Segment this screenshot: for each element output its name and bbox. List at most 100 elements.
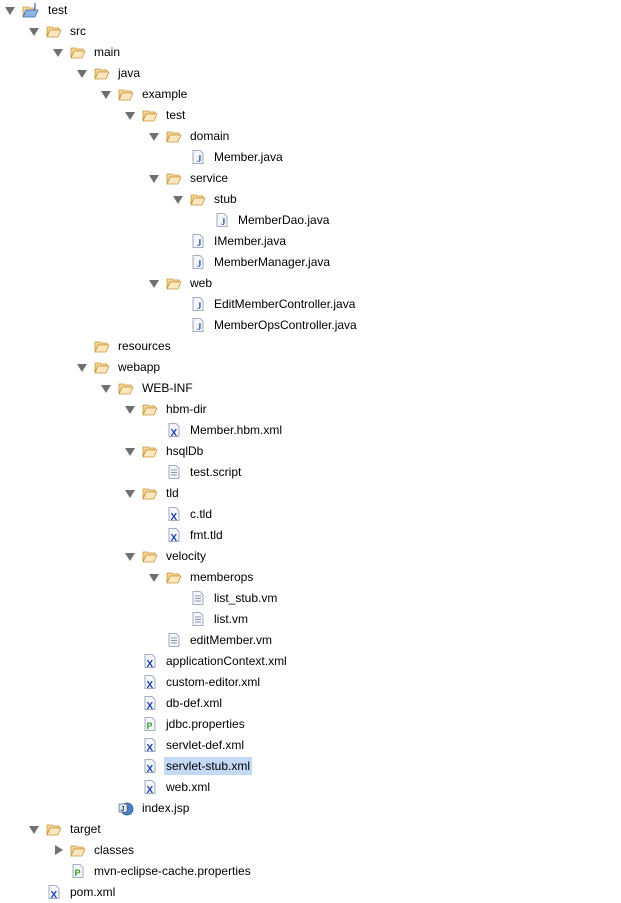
- xml-file-icon: X: [142, 779, 158, 795]
- tree-item-label: webapp: [118, 359, 161, 374]
- tree-item[interactable]: Pmvn-eclipse-cache.properties: [52, 860, 253, 881]
- tree-item[interactable]: J MemberDao.java: [196, 209, 331, 230]
- tree-item-label: MemberDao.java: [238, 212, 330, 227]
- tree-item[interactable]: Xfmt.tld: [148, 524, 225, 545]
- tree-item-label: list.vm: [214, 611, 248, 626]
- tree-item[interactable]: J Member.java: [172, 146, 285, 167]
- java-file-icon: J: [190, 254, 206, 270]
- tree-item[interactable]: editMember.vm: [148, 629, 274, 650]
- tree-item-label: servlet-def.xml: [166, 737, 245, 752]
- tree-item[interactable]: example: [100, 83, 189, 104]
- tree-item[interactable]: resources: [76, 335, 173, 356]
- expand-arrow-down-icon[interactable]: [124, 403, 136, 415]
- tree-item-label: pom.xml: [70, 884, 116, 899]
- tree-item[interactable]: web: [148, 272, 214, 293]
- tree-item[interactable]: service: [148, 167, 230, 188]
- expand-arrow-down-icon[interactable]: [124, 487, 136, 499]
- tree-item[interactable]: hsqlDb: [124, 440, 205, 461]
- tree-item[interactable]: J IMember.java: [172, 230, 288, 251]
- tree-item[interactable]: domain: [148, 125, 231, 146]
- expand-arrow-down-icon[interactable]: [28, 25, 40, 37]
- tree-item-label: IMember.java: [214, 233, 287, 248]
- expand-arrow-down-icon[interactable]: [124, 445, 136, 457]
- tree-item[interactable]: classes: [52, 839, 136, 860]
- tree-item[interactable]: Xcustom-editor.xml: [124, 671, 262, 692]
- expand-arrow-down-icon[interactable]: [148, 571, 160, 583]
- expand-arrow-down-icon[interactable]: [76, 67, 88, 79]
- tree-item-label: hbm-dir: [166, 401, 207, 416]
- xml-file-icon: X: [166, 422, 182, 438]
- tree-item[interactable]: target: [28, 818, 103, 839]
- tree-item[interactable]: test.script: [148, 461, 243, 482]
- expand-arrow-down-icon[interactable]: [148, 277, 160, 289]
- properties-file-icon: P: [70, 863, 86, 879]
- xml-file-icon: X: [142, 674, 158, 690]
- project-folder-icon: [22, 2, 40, 18]
- tree-item[interactable]: list.vm: [172, 608, 250, 629]
- tree-item[interactable]: WEB-INF: [100, 377, 195, 398]
- tree-item[interactable]: velocity: [124, 545, 208, 566]
- tree-item[interactable]: tld: [124, 482, 181, 503]
- tree-item[interactable]: hbm-dir: [124, 398, 209, 419]
- expand-arrow-down-icon[interactable]: [28, 823, 40, 835]
- tree-item[interactable]: Xc.tld: [148, 503, 214, 524]
- expand-arrow-down-icon[interactable]: [172, 193, 184, 205]
- tree-item[interactable]: Pjdbc.properties: [124, 713, 247, 734]
- tree-item[interactable]: XapplicationContext.xml: [124, 650, 289, 671]
- tree-item[interactable]: list_stub.vm: [172, 587, 279, 608]
- svg-text:P: P: [147, 721, 153, 731]
- expand-arrow-down-icon[interactable]: [124, 550, 136, 562]
- svg-text:X: X: [147, 680, 154, 690]
- folder-icon: [166, 275, 182, 291]
- tree-item[interactable]: stub: [172, 188, 239, 209]
- xml-file-icon: X: [166, 506, 182, 522]
- tree-item[interactable]: Xservlet-stub.xml: [124, 755, 253, 776]
- expand-arrow-down-icon[interactable]: [148, 172, 160, 184]
- expand-arrow-down-icon[interactable]: [100, 88, 112, 100]
- java-file-icon: J: [190, 317, 206, 333]
- tree-item-label: java: [118, 65, 141, 80]
- tree-item[interactable]: webapp: [76, 356, 162, 377]
- tree-item[interactable]: test: [4, 0, 69, 20]
- java-file-icon: J: [214, 212, 230, 228]
- tree-item[interactable]: java: [76, 62, 142, 83]
- tree-item[interactable]: Jindex.jsp: [100, 797, 191, 818]
- tree-item[interactable]: test: [124, 104, 187, 125]
- tree-item-label: list_stub.vm: [214, 590, 278, 605]
- tree-item[interactable]: J EditMemberController.java: [172, 293, 357, 314]
- tree-item[interactable]: Xservlet-def.xml: [124, 734, 246, 755]
- tree-item[interactable]: Xweb.xml: [124, 776, 212, 797]
- tree-item-label: MemberManager.java: [214, 254, 331, 269]
- tree-item[interactable]: Xdb-def.xml: [124, 692, 224, 713]
- folder-icon: [70, 842, 86, 858]
- tree-item[interactable]: X Member.hbm.xml: [148, 419, 284, 440]
- svg-text:J: J: [197, 301, 202, 311]
- tree-item-label: web: [190, 275, 213, 290]
- expand-arrow-down-icon[interactable]: [100, 382, 112, 394]
- expand-arrow-down-icon[interactable]: [76, 361, 88, 373]
- tree-item[interactable]: memberops: [148, 566, 255, 587]
- expand-arrow-down-icon[interactable]: [148, 130, 160, 142]
- expand-arrow-down-icon[interactable]: [124, 109, 136, 121]
- expand-arrow-down-icon[interactable]: [4, 4, 16, 16]
- tree-item[interactable]: main: [52, 41, 122, 62]
- tree-item[interactable]: J MemberOpsController.java: [172, 314, 359, 335]
- tree-item-label: web.xml: [166, 779, 211, 794]
- tree-item[interactable]: J MemberManager.java: [172, 251, 332, 272]
- expand-arrow-down-icon[interactable]: [52, 46, 64, 58]
- svg-text:X: X: [51, 890, 58, 900]
- tree-item[interactable]: Xpom.xml: [28, 881, 117, 902]
- tree-item[interactable]: src: [28, 20, 88, 41]
- expand-arrow-right-icon[interactable]: [52, 844, 64, 856]
